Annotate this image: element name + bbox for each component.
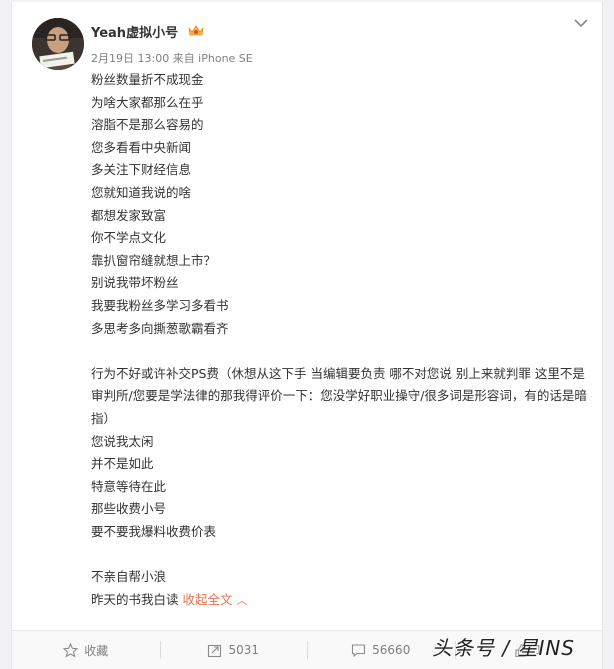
post-line: 多关注下财经信息 bbox=[91, 162, 192, 178]
collapse-text-link[interactable]: 收起全文 bbox=[183, 592, 233, 607]
post-line: 都想发家致富 bbox=[91, 207, 167, 223]
favorite-button[interactable]: 收藏 bbox=[12, 631, 160, 669]
username[interactable]: Yeah虚拟小号 bbox=[91, 22, 178, 41]
post-line: 靠扒窗帘缝就想上市？ bbox=[91, 252, 217, 268]
post-line: 粉丝数量折不成现金 bbox=[91, 72, 204, 87]
post-line: 并不是如此 bbox=[91, 456, 154, 472]
avatar[interactable] bbox=[32, 18, 84, 70]
post-line: 多思考多向撕葱歌霸看齐 bbox=[91, 320, 229, 336]
comment-count: 56660 bbox=[372, 643, 411, 657]
post-line: 我要我粉丝多学习多看书 bbox=[91, 297, 229, 313]
post-line: 您多看看中央新闻 bbox=[91, 139, 192, 155]
post-line: 您就知道我说的啥 bbox=[91, 184, 192, 200]
watermark: 头条号 / 星INS bbox=[432, 636, 576, 660]
vip-crown-icon bbox=[188, 25, 204, 36]
repost-icon bbox=[208, 644, 222, 657]
star-icon bbox=[63, 642, 79, 658]
post-line: 你不学点文化 bbox=[91, 230, 167, 246]
comment-icon bbox=[352, 643, 366, 657]
post-meta: 2月19日 13:00 来自 iPhone SE bbox=[91, 52, 253, 65]
post-last-line: 昨天的书我白读 收起全文 ︿ bbox=[91, 589, 591, 613]
post-line: 别说我带坏粉丝 bbox=[91, 275, 179, 291]
post-line: 要不要我爆料收费价表 bbox=[91, 523, 217, 539]
favorite-label: 收藏 bbox=[84, 643, 109, 658]
post-line: 昨天的书我白读 bbox=[91, 591, 179, 607]
chevron-up-icon[interactable]: ︿ bbox=[237, 594, 248, 607]
post-line: 为啥大家都那么在乎 bbox=[91, 94, 204, 110]
post-line: 特意等待在此 bbox=[91, 478, 167, 494]
repost-count: 5031 bbox=[228, 643, 260, 657]
weibo-post-card: Yeah虚拟小号 2月19日 13:00 来自 iPhone SE 粉丝数量折不… bbox=[11, 2, 603, 669]
post-line: 行为不好或许补交PS费（休想从这下手 当编辑要负责 哪不对您说 别上来就判罪 这… bbox=[91, 365, 587, 426]
post-content: 粉丝数量折不成现金 为啥大家都那么在乎 溶脂不是那么容易的 您多看看中央新闻 多关注下财… bbox=[91, 69, 591, 612]
chevron-down-icon[interactable] bbox=[574, 18, 588, 28]
post-line: 那些收费小号 bbox=[91, 501, 167, 517]
post-line: 不亲自帮小浪 bbox=[91, 569, 167, 585]
post-line: 您说我太闲 bbox=[91, 433, 154, 449]
post-line: 溶脂不是那么容易的 bbox=[91, 117, 204, 133]
repost-button[interactable]: 5031 bbox=[159, 631, 308, 669]
